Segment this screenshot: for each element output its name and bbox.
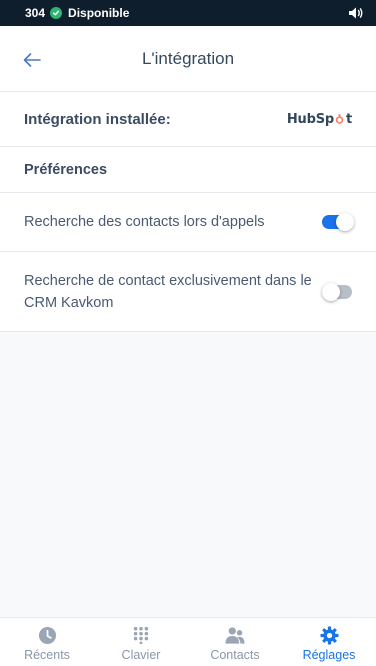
integration-label: Intégration installée: — [24, 110, 171, 128]
setting-label-call-contact-search: Recherche des contacts lors d'appels — [24, 214, 265, 230]
nav-item-contacts[interactable]: Contacts — [188, 618, 282, 666]
gear-icon — [319, 625, 339, 645]
hubspot-sprocket-icon — [336, 113, 344, 124]
crm-only-search-toggle[interactable] — [322, 282, 352, 301]
preferences-heading: Préférences — [24, 161, 108, 178]
setting-row-call-contact-search: Recherche des contacts lors d'appels — [0, 193, 376, 252]
extension-number: 304 — [25, 6, 46, 20]
availability-status[interactable]: Disponible — [68, 6, 129, 20]
nav-item-recents[interactable]: Récents — [0, 618, 94, 666]
nav-label-recents: Récents — [24, 648, 70, 662]
available-check-icon — [50, 7, 63, 19]
setting-label-crm-only-search: Recherche de contact exclusivement dans … — [24, 272, 312, 311]
page-header: L'intégration — [0, 26, 376, 92]
contacts-icon — [225, 625, 245, 645]
toggle-knob — [322, 282, 340, 301]
preferences-section-header: Préférences — [0, 147, 376, 193]
integration-row: Intégration installée: HubSp t — [0, 92, 376, 147]
toggle-knob — [336, 213, 354, 231]
nav-label-contacts: Contacts — [210, 648, 260, 662]
nav-item-settings[interactable]: Réglages — [282, 618, 376, 666]
nav-label-settings: Réglages — [302, 648, 356, 662]
call-contact-search-toggle[interactable] — [322, 213, 354, 231]
arrow-left-icon — [23, 53, 41, 67]
keypad-icon — [131, 625, 151, 645]
status-bar: 304 Disponible — [0, 0, 376, 26]
setting-row-crm-only-search: Recherche de contact exclusivement dans … — [0, 252, 376, 332]
back-button[interactable] — [18, 48, 46, 72]
hubspot-logo: HubSp t — [286, 111, 352, 127]
bottom-nav: Récents Clavier Contacts Réglages — [0, 617, 376, 666]
page-title: L'intégration — [141, 48, 235, 68]
nav-item-keypad[interactable]: Clavier — [94, 618, 188, 666]
clock-icon — [37, 625, 57, 645]
volume-icon[interactable] — [348, 6, 364, 20]
nav-label-keypad: Clavier — [121, 648, 161, 662]
